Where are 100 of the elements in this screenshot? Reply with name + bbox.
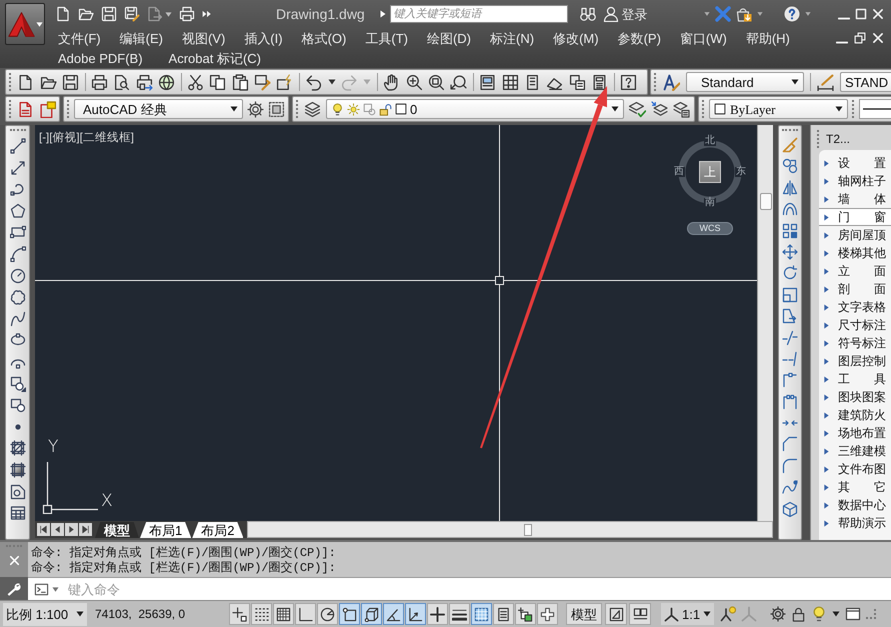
nested-arcs-icon[interactable]	[782, 201, 798, 218]
palette-item[interactable]: 符号标注	[819, 334, 891, 352]
palette-item[interactable]: 图层控制	[819, 352, 891, 370]
status-toggle[interactable]	[361, 603, 382, 625]
palette-item[interactable]: 场地布置	[819, 424, 891, 442]
menu-item[interactable]: Adobe PDF(B)	[58, 52, 143, 64]
layers-arrow-icon[interactable]	[651, 100, 668, 118]
layer-dropdown[interactable]: 0	[326, 99, 624, 119]
palette-item[interactable]: 墙 体	[819, 190, 891, 208]
palette-item[interactable]: 文字表格	[819, 298, 891, 316]
square-node-icon[interactable]	[342, 606, 357, 622]
wrench-icon[interactable]	[7, 582, 21, 596]
layout-view-button[interactable]	[605, 603, 627, 625]
dimension-brush-icon[interactable]	[817, 74, 834, 90]
cube-icon[interactable]	[782, 500, 798, 517]
printer-icon[interactable]	[90, 74, 108, 90]
layout-tab[interactable]: 模型	[95, 522, 139, 538]
lightbulb-icon[interactable]	[811, 606, 828, 622]
save-as-icon[interactable]	[124, 6, 140, 22]
search-field[interactable]: 键入关键字或短语	[390, 5, 568, 23]
first-tab-icon[interactable]	[37, 523, 50, 536]
circular-arrow-icon[interactable]	[782, 265, 798, 282]
new-document-icon[interactable]	[17, 74, 34, 90]
application-button[interactable]	[5, 3, 45, 45]
menu-item[interactable]: Acrobat 标记(C)	[168, 52, 262, 64]
caret-icon[interactable]	[76, 610, 84, 618]
palette-item[interactable]: 房间屋顶	[819, 226, 891, 244]
status-toggle[interactable]	[493, 603, 514, 625]
double-arrow-line-icon[interactable]	[10, 160, 26, 176]
logo-icon[interactable]	[8, 10, 34, 38]
dot-grid-icon[interactable]	[254, 606, 269, 622]
magnifier-arrow-icon[interactable]	[450, 74, 468, 90]
rectangle-icon[interactable]	[10, 224, 26, 240]
close-icon[interactable]	[872, 32, 884, 44]
resize-grip[interactable]	[866, 609, 876, 619]
axes-arrow-icon[interactable]	[408, 606, 423, 622]
horizontal-scrollbar[interactable]	[247, 521, 773, 538]
binoculars-icon[interactable]	[580, 6, 596, 22]
status-toggle[interactable]	[471, 603, 492, 625]
dashed-square-icon[interactable]	[268, 100, 285, 118]
bag-arrow-icon[interactable]	[736, 6, 752, 22]
eraser-icon[interactable]	[782, 137, 798, 153]
copy-icon[interactable]	[209, 74, 226, 90]
palette-item[interactable]: 帮助演示	[819, 514, 891, 532]
palette-item[interactable]: 设 置	[819, 154, 891, 172]
caret-icon[interactable]	[703, 610, 712, 618]
scroll-thumb[interactable]	[760, 193, 772, 210]
table-icon[interactable]	[10, 505, 26, 522]
workspace-dropdown[interactable]: AutoCAD 经典	[74, 99, 243, 119]
color-swatch-icon[interactable]	[395, 103, 407, 115]
user-icon[interactable]	[602, 6, 619, 22]
paste-icon[interactable]	[232, 74, 249, 90]
settings-icon[interactable]	[247, 100, 264, 118]
checker-square-icon[interactable]	[474, 606, 489, 622]
toolbar-grip[interactable]	[296, 100, 299, 118]
layers-check-icon[interactable]	[629, 100, 646, 118]
globe-icon[interactable]	[158, 74, 176, 90]
color-swatch-icon[interactable]	[714, 103, 726, 115]
status-toggle[interactable]	[537, 603, 558, 625]
spline-icon[interactable]	[10, 310, 26, 327]
status-toggle[interactable]	[273, 603, 294, 625]
status-toggle[interactable]	[251, 603, 272, 625]
compass-south-label[interactable]: 南	[704, 198, 716, 208]
caret-icon[interactable]	[832, 610, 840, 618]
angle-icon[interactable]	[386, 606, 401, 622]
palette-item[interactable]: 建筑防火	[819, 406, 891, 424]
plus-square-icon[interactable]	[232, 606, 247, 622]
palette-item[interactable]: 门 窗	[819, 208, 891, 226]
plus-icon[interactable]	[430, 606, 445, 622]
open-padlock-icon[interactable]	[379, 102, 392, 116]
settings-icon[interactable]	[770, 606, 786, 622]
triangle-square-icon[interactable]	[608, 606, 624, 622]
four-way-arrow-icon[interactable]	[782, 244, 798, 260]
document-magnifier-icon[interactable]	[113, 74, 130, 90]
printer-arrow-icon[interactable]	[136, 74, 153, 90]
menu-item[interactable]: 绘图(D)	[426, 32, 472, 44]
palette-item[interactable]: 轴网柱子	[819, 172, 891, 190]
palette-item[interactable]: 文件布图	[819, 460, 891, 478]
dash-slash-icon[interactable]	[782, 330, 798, 346]
more-chevrons-icon[interactable]	[202, 9, 212, 19]
menu-item[interactable]: 工具(T)	[365, 32, 408, 44]
status-toggle[interactable]	[295, 603, 316, 625]
customize-button[interactable]	[0, 577, 28, 600]
palette-item[interactable]: 数据中心	[819, 496, 891, 514]
cross-icon[interactable]	[540, 606, 555, 622]
palette-item[interactable]: 剖 面	[819, 280, 891, 298]
command-line-field[interactable]: 键入命令	[28, 577, 891, 600]
compass-east-label[interactable]: 东	[735, 167, 747, 177]
sign-in-link[interactable]: 登录	[622, 8, 648, 20]
cut-icon[interactable]	[186, 74, 204, 90]
gradient-square-icon[interactable]	[10, 462, 26, 478]
zoom-in-icon[interactable]	[406, 74, 423, 90]
color-dropdown[interactable]: ByLayer	[709, 99, 848, 119]
status-toggle[interactable]	[229, 603, 250, 625]
stacked-squares-icon[interactable]	[518, 606, 533, 622]
lightbulb-icon[interactable]	[331, 102, 344, 116]
status-toggle[interactable]	[405, 603, 426, 625]
palette-item[interactable]: 立 面	[819, 262, 891, 280]
linetype-dropdown[interactable]	[859, 99, 891, 119]
vertical-scrollbar[interactable]	[757, 125, 773, 521]
